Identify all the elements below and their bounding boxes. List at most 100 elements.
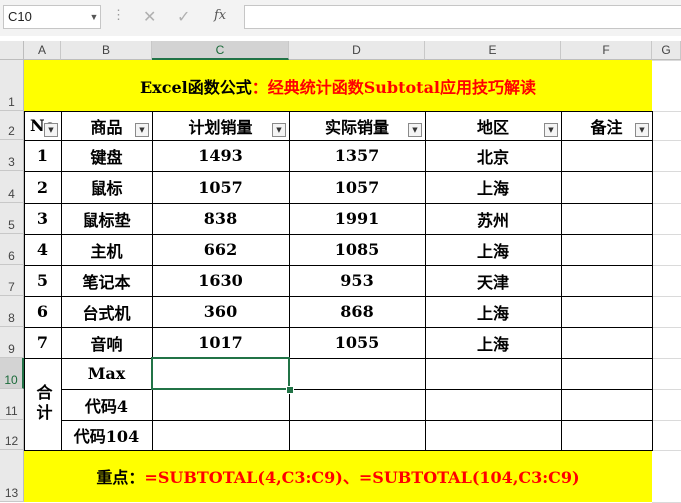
column-header-F[interactable]: F <box>561 41 652 60</box>
table-cell-no[interactable]: 6 <box>24 296 61 327</box>
summary-row-label[interactable]: 代码4 <box>61 389 152 420</box>
summary-value-cell[interactable] <box>425 358 561 389</box>
fill-handle[interactable] <box>286 386 294 394</box>
column-header-D[interactable]: D <box>289 41 425 60</box>
summary-value-cell[interactable] <box>561 389 652 420</box>
header-cell-actual[interactable]: 实际销量 <box>289 111 425 140</box>
column-header-G[interactable]: G <box>652 41 681 60</box>
row-header-8[interactable]: 8 <box>0 296 24 327</box>
name-box-dropdown-icon[interactable]: ▼ <box>87 5 101 29</box>
row-header-12[interactable]: 12 <box>0 420 24 450</box>
row-header-3[interactable]: 3 <box>0 140 24 171</box>
summary-value-cell[interactable] <box>289 389 425 420</box>
gridline <box>652 358 681 359</box>
worksheet[interactable]: A B C D E F G 1 2 3 4 5 6 7 8 9 10 11 12 13 Excel函数公式 ：经典统计函数… <box>0 36 681 503</box>
table-cell-no[interactable]: 1 <box>24 140 61 171</box>
row-header-7[interactable]: 7 <box>0 265 24 296</box>
table-cell-product[interactable]: 主机 <box>61 234 152 265</box>
table-cell-note[interactable] <box>561 203 652 234</box>
table-cell-region[interactable]: 北京 <box>425 140 561 171</box>
table-cell-region[interactable]: 苏州 <box>425 203 561 234</box>
row-header-5[interactable]: 5 <box>0 203 24 234</box>
table-cell-plan[interactable]: 360 <box>152 296 289 327</box>
row-header-4[interactable]: 4 <box>0 171 24 203</box>
select-all-corner[interactable] <box>0 41 24 60</box>
header-cell-region[interactable]: 地区 <box>425 111 561 140</box>
table-cell-product[interactable]: 鼠标垫 <box>61 203 152 234</box>
table-cell-product[interactable]: 键盘 <box>61 140 152 171</box>
table-cell-plan[interactable]: 1017 <box>152 327 289 358</box>
table-cell-no[interactable]: 4 <box>24 234 61 265</box>
summary-value-cell[interactable] <box>289 358 425 389</box>
summary-value-cell[interactable] <box>425 389 561 420</box>
table-cell-actual[interactable]: 1057 <box>289 171 425 203</box>
column-header-B[interactable]: B <box>61 41 152 60</box>
summary-row-label[interactable]: Max <box>61 358 152 389</box>
summary-value-cell[interactable] <box>425 420 561 450</box>
table-cell-region[interactable]: 天津 <box>425 265 561 296</box>
table-cell-note[interactable] <box>561 234 652 265</box>
table-cell-no[interactable]: 5 <box>24 265 61 296</box>
summary-value-cell[interactable] <box>152 420 289 450</box>
summary-row-label[interactable]: 代码104 <box>61 420 152 450</box>
table-cell-plan[interactable]: 1493 <box>152 140 289 171</box>
insert-function-icon[interactable]: fx <box>214 8 226 23</box>
gridline <box>652 420 681 421</box>
table-cell-product[interactable]: 笔记本 <box>61 265 152 296</box>
table-cell-product[interactable]: 鼠标 <box>61 171 152 203</box>
summary-value-cell[interactable] <box>152 389 289 420</box>
row-header-11[interactable]: 11 <box>0 389 24 420</box>
table-cell-actual[interactable]: 1991 <box>289 203 425 234</box>
table-cell-plan[interactable]: 838 <box>152 203 289 234</box>
table-cell-no[interactable]: 3 <box>24 203 61 234</box>
table-cell-note[interactable] <box>561 265 652 296</box>
gridline <box>652 60 681 61</box>
column-header-A[interactable]: A <box>24 41 61 60</box>
row-header-6[interactable]: 6 <box>0 234 24 265</box>
footer-banner[interactable]: 重点：=SUBTOTAL(4,C3:C9)、=SUBTOTAL(104,C3:C… <box>24 450 652 502</box>
table-cell-no[interactable]: 7 <box>24 327 61 358</box>
table-cell-product[interactable]: 台式机 <box>61 296 152 327</box>
filter-dropdown-icon[interactable]: ▼ <box>635 123 649 137</box>
row-header-1[interactable]: 1 <box>0 60 24 111</box>
row-header-13[interactable]: 13 <box>0 450 24 502</box>
table-cell-region[interactable]: 上海 <box>425 234 561 265</box>
table-cell-region[interactable]: 上海 <box>425 296 561 327</box>
table-cell-region[interactable]: 上海 <box>425 171 561 203</box>
header-cell-plan[interactable]: 计划销量 <box>152 111 289 140</box>
table-cell-note[interactable] <box>561 327 652 358</box>
title-banner[interactable]: Excel函数公式 ：经典统计函数Subtotal应用技巧解读 <box>24 60 652 111</box>
table-cell-product[interactable]: 音响 <box>61 327 152 358</box>
table-cell-actual[interactable]: 868 <box>289 296 425 327</box>
column-header-E[interactable]: E <box>425 41 561 60</box>
table-cell-note[interactable] <box>561 171 652 203</box>
table-cell-region[interactable]: 上海 <box>425 327 561 358</box>
row-header-9[interactable]: 9 <box>0 327 24 358</box>
table-cell-note[interactable] <box>561 296 652 327</box>
table-cell-actual[interactable]: 953 <box>289 265 425 296</box>
column-header-C[interactable]: C <box>152 41 289 60</box>
active-cell-selection[interactable] <box>151 357 290 390</box>
table-cell-note[interactable] <box>561 140 652 171</box>
summary-value-cell[interactable] <box>561 358 652 389</box>
table-cell-plan[interactable]: 1057 <box>152 171 289 203</box>
row-header-10[interactable]: 10 <box>0 358 24 389</box>
row-header-2[interactable]: 2 <box>0 111 24 140</box>
table-cell-plan[interactable]: 662 <box>152 234 289 265</box>
cancel-icon[interactable]: ✕ <box>143 7 156 27</box>
filter-dropdown-icon[interactable]: ▼ <box>135 123 149 137</box>
filter-dropdown-icon[interactable]: ▼ <box>44 123 58 137</box>
table-cell-plan[interactable]: 1630 <box>152 265 289 296</box>
filter-dropdown-icon[interactable]: ▼ <box>408 123 422 137</box>
table-cell-actual[interactable]: 1055 <box>289 327 425 358</box>
formula-input[interactable] <box>244 5 681 29</box>
filter-dropdown-icon[interactable]: ▼ <box>272 123 286 137</box>
summary-label-cell[interactable]: 合计 <box>24 358 61 450</box>
table-cell-actual[interactable]: 1357 <box>289 140 425 171</box>
summary-value-cell[interactable] <box>561 420 652 450</box>
table-cell-no[interactable]: 2 <box>24 171 61 203</box>
enter-icon[interactable]: ✓ <box>177 7 190 27</box>
filter-dropdown-icon[interactable]: ▼ <box>544 123 558 137</box>
summary-value-cell[interactable] <box>289 420 425 450</box>
table-cell-actual[interactable]: 1085 <box>289 234 425 265</box>
